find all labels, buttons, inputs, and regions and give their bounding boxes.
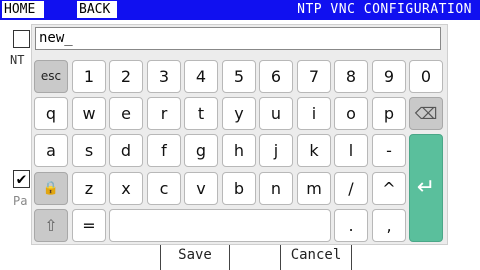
key-6[interactable]: 6: [259, 60, 293, 93]
key-j[interactable]: j: [259, 134, 293, 167]
key-f[interactable]: f: [147, 134, 181, 167]
esc-key[interactable]: esc: [34, 60, 68, 93]
key-w[interactable]: w: [72, 97, 106, 130]
password-checkbox[interactable]: ✔: [13, 170, 30, 188]
key-comma[interactable]: ,: [372, 209, 406, 242]
backspace-icon[interactable]: ⌫: [409, 97, 443, 130]
key-x[interactable]: x: [109, 172, 143, 205]
ntp-checkbox[interactable]: [13, 30, 30, 48]
caps-lock-icon[interactable]: 🔒: [34, 172, 68, 205]
key-b[interactable]: b: [222, 172, 256, 205]
key-v[interactable]: v: [184, 172, 218, 205]
key-2[interactable]: 2: [109, 60, 143, 93]
key-slash[interactable]: /: [334, 172, 368, 205]
key-8[interactable]: 8: [334, 60, 368, 93]
shift-icon[interactable]: ⇧: [34, 209, 68, 242]
key-p[interactable]: p: [372, 97, 406, 130]
key-c[interactable]: c: [147, 172, 181, 205]
key-s[interactable]: s: [72, 134, 106, 167]
key-d[interactable]: d: [109, 134, 143, 167]
key-z[interactable]: z: [72, 172, 106, 205]
key-t[interactable]: t: [184, 97, 218, 130]
key-0[interactable]: 0: [409, 60, 443, 93]
key-e[interactable]: e: [109, 97, 143, 130]
key-u[interactable]: u: [259, 97, 293, 130]
key-period[interactable]: .: [334, 209, 368, 242]
key-hyphen[interactable]: -: [372, 134, 406, 167]
key-n[interactable]: n: [259, 172, 293, 205]
save-button[interactable]: Save: [160, 244, 230, 270]
key-1[interactable]: 1: [72, 60, 106, 93]
key-l[interactable]: l: [334, 134, 368, 167]
key-equals[interactable]: =: [72, 209, 106, 242]
key-g[interactable]: g: [184, 134, 218, 167]
key-i[interactable]: i: [297, 97, 331, 130]
key-q[interactable]: q: [34, 97, 68, 130]
key-k[interactable]: k: [297, 134, 331, 167]
key-m[interactable]: m: [297, 172, 331, 205]
key-5[interactable]: 5: [222, 60, 256, 93]
cancel-button[interactable]: Cancel: [280, 244, 352, 270]
key-4[interactable]: 4: [184, 60, 218, 93]
key-caret[interactable]: ^: [372, 172, 406, 205]
key-h[interactable]: h: [222, 134, 256, 167]
home-button[interactable]: HOME: [2, 1, 44, 18]
back-button[interactable]: BACK: [77, 1, 117, 18]
key-9[interactable]: 9: [372, 60, 406, 93]
ntp-label: NT: [10, 53, 25, 67]
enter-icon[interactable]: ↵: [409, 134, 443, 242]
key-r[interactable]: r: [147, 97, 181, 130]
key-a[interactable]: a: [34, 134, 68, 167]
key-o[interactable]: o: [334, 97, 368, 130]
keyboard-text-input[interactable]: new_: [35, 27, 441, 50]
password-label: Pa: [13, 194, 28, 208]
key-3[interactable]: 3: [147, 60, 181, 93]
key-7[interactable]: 7: [297, 60, 331, 93]
key-y[interactable]: y: [222, 97, 256, 130]
page-title: NTP VNC CONFIGURATION: [297, 2, 472, 17]
top-bar: HOME BACK NTP VNC CONFIGURATION: [0, 0, 480, 20]
space-bar[interactable]: [109, 209, 331, 242]
